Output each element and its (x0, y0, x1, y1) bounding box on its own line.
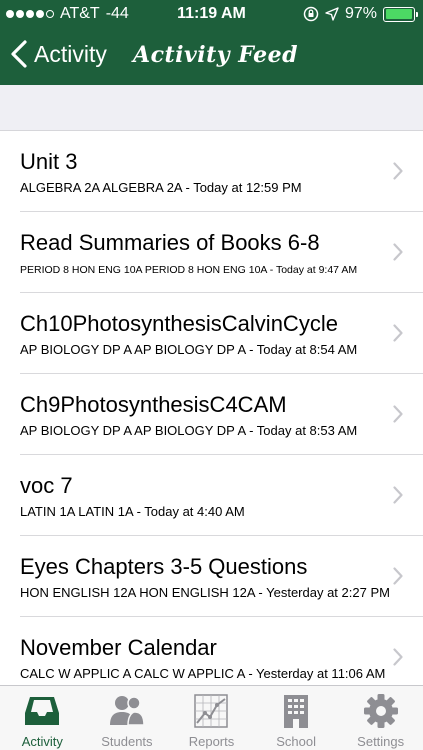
feed-item-subtitle: PERIOD 8 HON ENG 10A PERIOD 8 HON ENG 10… (20, 264, 358, 276)
feed-item-title: Read Summaries of Books 6-8 (20, 230, 320, 255)
feed-item-title: voc 7 (20, 473, 73, 498)
tab-settings[interactable]: Settings (338, 686, 423, 750)
feed-item-title: Eyes Chapters 3-5 Questions (20, 554, 308, 579)
tab-label: Settings (357, 734, 405, 749)
feed-item[interactable]: Read Summaries of Books 6-8 PERIOD 8 HON… (0, 212, 423, 293)
header-spacer (0, 85, 423, 131)
feed-item-subtitle: LATIN 1A LATIN 1A - Today at 4:40 AM (20, 504, 245, 519)
feed-item-title: November Calendar (20, 635, 217, 660)
status-right: 97% (303, 5, 418, 23)
chart-icon (194, 694, 229, 728)
activity-feed-list[interactable]: Unit 3 ALGEBRA 2A ALGEBRA 2A - Today at … (0, 131, 423, 685)
tab-label: School (276, 734, 316, 749)
chevron-right-icon (393, 162, 403, 180)
feed-item[interactable]: Ch9PhotosynthesisC4CAM AP BIOLOGY DP A A… (0, 374, 423, 455)
building-icon (284, 695, 309, 728)
tab-label: Activity (21, 734, 63, 749)
back-button-label: Activity (34, 40, 107, 67)
feed-item-title: Ch9PhotosynthesisC4CAM (20, 392, 287, 417)
tab-school[interactable]: School (254, 686, 339, 750)
chevron-right-icon (393, 567, 403, 585)
inbox-icon (25, 697, 60, 725)
location-arrow-icon (325, 7, 339, 21)
tab-bar: Activity Students Reports School Setting… (0, 685, 423, 750)
feed-item-subtitle: ALGEBRA 2A ALGEBRA 2A - Today at 12:59 P… (20, 180, 302, 195)
feed-item[interactable]: Unit 3 ALGEBRA 2A ALGEBRA 2A - Today at … (0, 131, 423, 212)
feed-item-title: Ch10PhotosynthesisCalvinCycle (20, 311, 338, 336)
tab-reports[interactable]: Reports (169, 686, 254, 750)
tab-label: Students (101, 734, 153, 749)
people-icon (109, 696, 145, 726)
chevron-right-icon (393, 405, 403, 423)
navigation-bar: Activity Activity Feed (0, 30, 423, 85)
page-title: Activity Feed (133, 42, 299, 68)
chevron-right-icon (393, 486, 403, 504)
chevron-right-icon (393, 648, 403, 666)
chevron-left-icon (11, 40, 27, 68)
feed-item-subtitle: HON ENGLISH 12A HON ENGLISH 12A - Yester… (20, 585, 390, 600)
battery-percent: 97% (344, 5, 377, 22)
tab-label: Reports (188, 734, 235, 749)
feed-item-subtitle: AP BIOLOGY DP A AP BIOLOGY DP A - Today … (20, 423, 358, 438)
feed-item[interactable]: Eyes Chapters 3-5 Questions HON ENGLISH … (0, 536, 423, 617)
feed-item[interactable]: November Calendar CALC W APPLIC A CALC W… (0, 617, 423, 685)
battery-icon (383, 6, 418, 22)
tab-students[interactable]: Students (85, 686, 170, 750)
status-bar: AT&T -44 11:19 AM 97% (0, 0, 423, 30)
feed-item-subtitle: CALC W APPLIC A CALC W APPLIC A - Yester… (20, 666, 386, 681)
gear-icon (363, 694, 398, 728)
feed-item[interactable]: voc 7 LATIN 1A LATIN 1A - Today at 4:40 … (0, 455, 423, 536)
feed-item-subtitle: AP BIOLOGY DP A AP BIOLOGY DP A - Today … (20, 342, 358, 357)
tab-activity[interactable]: Activity (0, 686, 85, 750)
rotation-lock-icon (303, 6, 319, 22)
chevron-right-icon (393, 243, 403, 261)
chevron-right-icon (393, 324, 403, 342)
back-button[interactable]: Activity (10, 40, 107, 68)
feed-item[interactable]: Ch10PhotosynthesisCalvinCycle AP BIOLOGY… (0, 293, 423, 374)
feed-item-title: Unit 3 (20, 149, 78, 174)
